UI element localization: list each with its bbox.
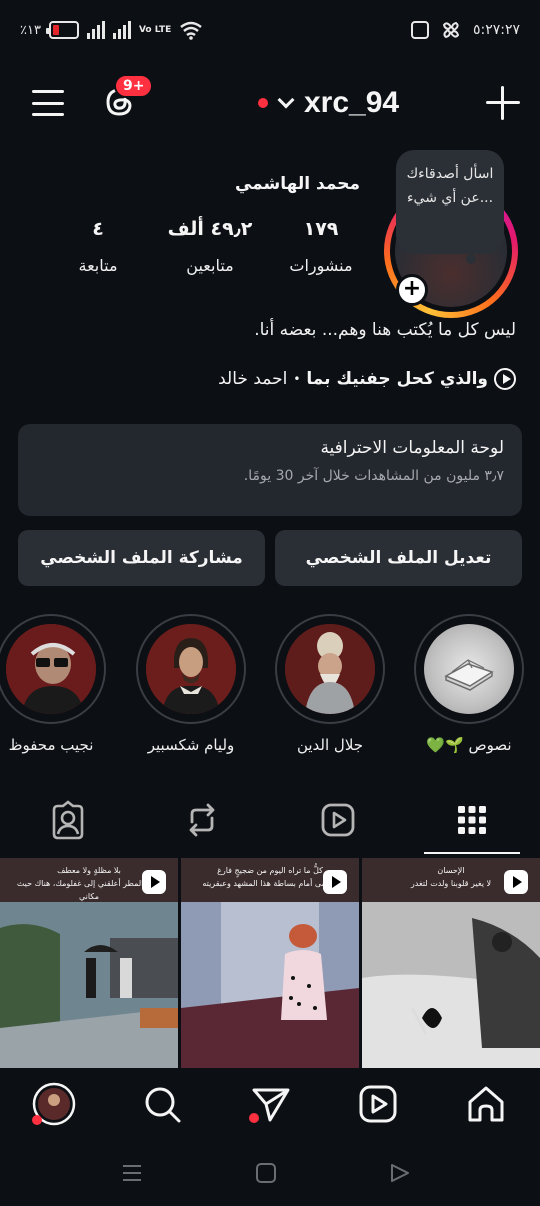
home-button-icon[interactable] (254, 1162, 278, 1184)
share-profile-button[interactable]: مشاركة الملف الشخصي (18, 530, 265, 586)
music-separator: • (293, 372, 301, 386)
tab-grid-icon[interactable] (452, 800, 492, 840)
notification-badge[interactable]: 9+ (114, 74, 154, 98)
highlight-item[interactable]: وليام شكسبير (136, 614, 246, 754)
messages-send-icon[interactable] (248, 1082, 292, 1126)
dashboard-title: لوحة المعلومات الاحترافية (320, 438, 504, 458)
posts-stat[interactable]: ١٧٩ منشورات (276, 218, 366, 275)
chevron-down-icon (277, 91, 295, 109)
followers-stat[interactable]: ٤٩٫٢ ألف متابعين (160, 218, 260, 275)
notification-app-icon (410, 21, 429, 39)
profile-screen: { "status_bar": { "battery": "٪١٣", "net… (0, 0, 540, 1206)
add-story-icon[interactable]: + (396, 274, 428, 306)
bottom-nav (0, 1070, 540, 1140)
battery-percent: ٪١٣ (20, 22, 41, 38)
play-circle-icon (494, 368, 516, 390)
status-right: ٥:٢٧:٢٧ (410, 20, 520, 40)
followers-count: ٤٩٫٢ ألف (167, 218, 253, 240)
status-left: ٪١٣ Vo LTE (20, 20, 203, 40)
tab-reposts-icon[interactable] (182, 800, 222, 840)
highlight-item[interactable]: نصوص 🌱💚 (414, 614, 524, 754)
following-label: متابعة (78, 256, 118, 275)
display-name: محمد الهاشمي (234, 174, 360, 194)
fan-icon (442, 21, 460, 39)
profile-stats: ١٧٩ منشورات ٤٩٫٢ ألف متابعين ٤ متابعة (50, 218, 370, 288)
dashboard-subtitle: ٣٫٧ مليون من المشاهدات خلال آخر 30 يومًا… (243, 468, 504, 484)
battery-icon (45, 21, 79, 39)
story-highlights: نصوص 🌱💚 جلال الدين وليام شكسبير نجيب محف… (0, 610, 540, 760)
account-switcher[interactable]: xrc_94 (258, 86, 399, 120)
signal-icon (86, 21, 105, 39)
highlight-item[interactable]: جلال الدين (275, 614, 385, 754)
posts-grid: الإحسان لا يغير قلوبنا ولدت لتغدر كلُّ م… (0, 858, 540, 1068)
recents-icon[interactable] (120, 1162, 144, 1184)
menu-icon[interactable] (32, 90, 64, 116)
unread-dot (258, 98, 268, 108)
signal-icon-2 (112, 21, 131, 39)
highlight-label: جلال الدين (296, 736, 364, 754)
clock: ٥:٢٧:٢٧ (472, 22, 520, 38)
professional-dashboard[interactable]: لوحة المعلومات الاحترافية ٣٫٧ مليون من ا… (18, 424, 522, 516)
highlight-label: نصوص 🌱💚 (426, 736, 512, 754)
profile-avatar-icon[interactable] (32, 1082, 76, 1126)
edit-profile-button[interactable]: تعديل الملف الشخصي (275, 530, 522, 586)
post-thumbnail[interactable]: كلُّ ما تراه اليوم من ضجيجٍ فارغ يتلاشى … (181, 858, 359, 1068)
active-tab-indicator (424, 852, 520, 854)
posts-count: ١٧٩ (303, 218, 339, 240)
following-count: ٤ (92, 218, 104, 240)
followers-label: متابعين (186, 256, 234, 275)
highlight-item[interactable]: نجيب محفوظ (0, 614, 106, 754)
reel-icon (323, 870, 347, 894)
tab-tagged-icon[interactable] (48, 800, 88, 840)
highlight-label: وليام شكسبير (147, 736, 235, 754)
post-thumbnail[interactable]: بلا مظلةٍ ولا معطف تحت المطر أعلقني إلى … (0, 858, 178, 1068)
profile-music[interactable]: والذي كحل جفنيك بما • احمد خالد (218, 368, 516, 390)
posts-label: منشورات (289, 256, 353, 275)
following-stat[interactable]: ٤ متابعة (56, 218, 140, 275)
search-icon[interactable] (140, 1082, 184, 1126)
content-tabs (0, 790, 540, 856)
system-nav-bar (0, 1140, 540, 1206)
status-bar: ٪١٣ Vo LTE ٥:٢٧:٢٧ (0, 0, 540, 62)
tab-reels-icon[interactable] (318, 800, 358, 840)
bio-text: ليس كل ما يُكتب هنا وهم... بعضه أنا. (254, 320, 516, 340)
portrait-image (146, 624, 236, 714)
back-button-icon[interactable] (388, 1162, 412, 1184)
note-text: اسأل أصدقاءك عن أي شيء... (406, 166, 494, 206)
portrait-image (6, 624, 96, 714)
volte-label: Vo LTE (138, 24, 172, 35)
music-artist: احمد خالد (218, 369, 288, 389)
profile-header: 9+ xrc_94 (0, 70, 540, 134)
note-bubble[interactable]: اسأل أصدقاءك عن أي شيء... (396, 150, 504, 264)
portrait-image (285, 624, 375, 714)
username: xrc_94 (304, 86, 400, 119)
reel-icon (504, 870, 528, 894)
music-song: والذي كحل جفنيك بما (306, 369, 488, 389)
reel-icon (142, 870, 166, 894)
post-thumbnail[interactable]: الإحسان لا يغير قلوبنا ولدت لتغدر (362, 858, 540, 1068)
create-plus-icon[interactable] (486, 86, 520, 120)
reels-icon[interactable] (356, 1082, 400, 1126)
home-icon[interactable] (464, 1082, 508, 1126)
highlight-label: نجيب محفوظ (8, 736, 94, 754)
book-icon (424, 624, 514, 714)
wifi-icon (180, 21, 203, 40)
